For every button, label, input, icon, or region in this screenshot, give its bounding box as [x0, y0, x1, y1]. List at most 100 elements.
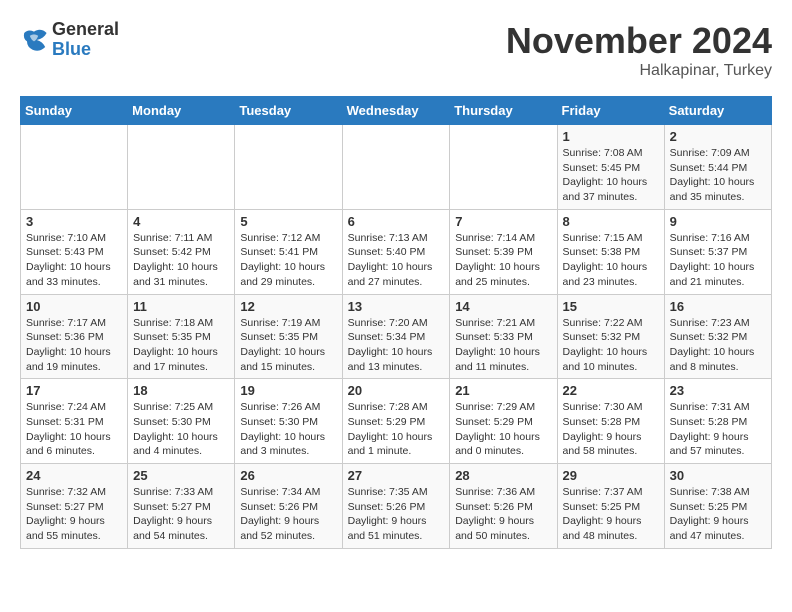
calendar-cell: 23 Sunrise: 7:31 AM Sunset: 5:28 PM Dayli… — [664, 379, 771, 464]
day-info: Sunrise: 7:37 AM Sunset: 5:25 PM Dayligh… — [563, 485, 659, 544]
day-info: Sunrise: 7:21 AM Sunset: 5:33 PM Dayligh… — [455, 316, 551, 375]
logo: General Blue — [20, 20, 119, 60]
day-of-week-header: Friday — [557, 97, 664, 125]
logo-text: General Blue — [52, 20, 119, 60]
calendar-week-row: 10Sunrise: 7:17 AM Sunset: 5:36 PM Dayli… — [21, 294, 772, 379]
calendar-cell: 13Sunrise: 7:20 AM Sunset: 5:34 PM Dayli… — [342, 294, 450, 379]
day-number: 14 — [455, 299, 551, 314]
day-info: Sunrise: 7:30 AM Sunset: 5:28 PM Dayligh… — [563, 400, 659, 459]
day-info: Sunrise: 7:31 AM Sunset: 5:28 PM Dayligh… — [670, 400, 766, 459]
day-info: Sunrise: 7:33 AM Sunset: 5:27 PM Dayligh… — [133, 485, 229, 544]
calendar-cell: 4Sunrise: 7:11 AM Sunset: 5:42 PM Daylig… — [128, 209, 235, 294]
day-info: Sunrise: 7:10 AM Sunset: 5:43 PM Dayligh… — [26, 231, 122, 290]
calendar-cell: 10Sunrise: 7:17 AM Sunset: 5:36 PM Dayli… — [21, 294, 128, 379]
day-info: Sunrise: 7:19 AM Sunset: 5:35 PM Dayligh… — [240, 316, 336, 375]
day-number: 21 — [455, 383, 551, 398]
calendar-header-row: SundayMondayTuesdayWednesdayThursdayFrid… — [21, 97, 772, 125]
day-info: Sunrise: 7:18 AM Sunset: 5:35 PM Dayligh… — [133, 316, 229, 375]
day-info: Sunrise: 7:25 AM Sunset: 5:30 PM Dayligh… — [133, 400, 229, 459]
day-number: 3 — [26, 214, 122, 229]
day-number: 22 — [563, 383, 659, 398]
calendar-cell: 24 Sunrise: 7:32 AM Sunset: 5:27 PM Dayli… — [21, 464, 128, 549]
day-of-week-header: Saturday — [664, 97, 771, 125]
day-number: 1 — [563, 129, 659, 144]
day-number: 24 — [26, 468, 122, 483]
calendar-cell: 6 Sunrise: 7:13 AM Sunset: 5:40 PM Daylig… — [342, 209, 450, 294]
day-info: Sunrise: 7:34 AM Sunset: 5:26 PM Dayligh… — [240, 485, 336, 544]
day-of-week-header: Tuesday — [235, 97, 342, 125]
calendar-cell: 18 Sunrise: 7:25 AM Sunset: 5:30 PM Dayli… — [128, 379, 235, 464]
calendar-cell: 26Sunrise: 7:34 AM Sunset: 5:26 PM Dayli… — [235, 464, 342, 549]
day-number: 7 — [455, 214, 551, 229]
calendar-cell: 7 Sunrise: 7:14 AM Sunset: 5:39 PM Daylig… — [450, 209, 557, 294]
calendar-week-row: 3 Sunrise: 7:10 AM Sunset: 5:43 PM Daylig… — [21, 209, 772, 294]
day-of-week-header: Wednesday — [342, 97, 450, 125]
calendar-cell: 21 Sunrise: 7:29 AM Sunset: 5:29 PM Dayli… — [450, 379, 557, 464]
calendar-cell: 30 Sunrise: 7:38 AM Sunset: 5:25 PM Dayli… — [664, 464, 771, 549]
calendar-week-row: 17 Sunrise: 7:24 AM Sunset: 5:31 PM Dayli… — [21, 379, 772, 464]
calendar-week-row: 1 Sunrise: 7:08 AM Sunset: 5:45 PM Daylig… — [21, 125, 772, 210]
day-number: 17 — [26, 383, 122, 398]
page-header: General Blue November 2024 Halkapinar, T… — [20, 20, 772, 80]
day-number: 20 — [348, 383, 445, 398]
day-info: Sunrise: 7:22 AM Sunset: 5:32 PM Dayligh… — [563, 316, 659, 375]
calendar-cell: 11 Sunrise: 7:18 AM Sunset: 5:35 PM Dayli… — [128, 294, 235, 379]
day-info: Sunrise: 7:38 AM Sunset: 5:25 PM Dayligh… — [670, 485, 766, 544]
day-info: Sunrise: 7:17 AM Sunset: 5:36 PM Dayligh… — [26, 316, 122, 375]
day-info: Sunrise: 7:35 AM Sunset: 5:26 PM Dayligh… — [348, 485, 445, 544]
day-number: 29 — [563, 468, 659, 483]
day-number: 28 — [455, 468, 551, 483]
calendar-cell: 19Sunrise: 7:26 AM Sunset: 5:30 PM Dayli… — [235, 379, 342, 464]
day-info: Sunrise: 7:16 AM Sunset: 5:37 PM Dayligh… — [670, 231, 766, 290]
day-info: Sunrise: 7:12 AM Sunset: 5:41 PM Dayligh… — [240, 231, 336, 290]
calendar-cell: 3 Sunrise: 7:10 AM Sunset: 5:43 PM Daylig… — [21, 209, 128, 294]
day-info: Sunrise: 7:08 AM Sunset: 5:45 PM Dayligh… — [563, 146, 659, 205]
calendar-cell: 17 Sunrise: 7:24 AM Sunset: 5:31 PM Dayli… — [21, 379, 128, 464]
calendar-cell: 12 Sunrise: 7:19 AM Sunset: 5:35 PM Dayli… — [235, 294, 342, 379]
calendar-cell: 5 Sunrise: 7:12 AM Sunset: 5:41 PM Daylig… — [235, 209, 342, 294]
day-number: 5 — [240, 214, 336, 229]
calendar-cell: 14 Sunrise: 7:21 AM Sunset: 5:33 PM Dayli… — [450, 294, 557, 379]
day-number: 6 — [348, 214, 445, 229]
day-number: 2 — [670, 129, 766, 144]
calendar-cell: 8Sunrise: 7:15 AM Sunset: 5:38 PM Daylig… — [557, 209, 664, 294]
calendar-cell: 22 Sunrise: 7:30 AM Sunset: 5:28 PM Dayli… — [557, 379, 664, 464]
logo-blue: Blue — [52, 40, 119, 60]
day-info: Sunrise: 7:11 AM Sunset: 5:42 PM Dayligh… — [133, 231, 229, 290]
calendar-cell — [21, 125, 128, 210]
title-block: November 2024 Halkapinar, Turkey — [506, 20, 772, 80]
calendar-week-row: 24 Sunrise: 7:32 AM Sunset: 5:27 PM Dayli… — [21, 464, 772, 549]
day-number: 16 — [670, 299, 766, 314]
day-info: Sunrise: 7:14 AM Sunset: 5:39 PM Dayligh… — [455, 231, 551, 290]
day-number: 30 — [670, 468, 766, 483]
calendar-cell: 27 Sunrise: 7:35 AM Sunset: 5:26 PM Dayli… — [342, 464, 450, 549]
day-number: 27 — [348, 468, 445, 483]
day-number: 12 — [240, 299, 336, 314]
day-info: Sunrise: 7:29 AM Sunset: 5:29 PM Dayligh… — [455, 400, 551, 459]
day-of-week-header: Monday — [128, 97, 235, 125]
calendar-cell: 1 Sunrise: 7:08 AM Sunset: 5:45 PM Daylig… — [557, 125, 664, 210]
location-subtitle: Halkapinar, Turkey — [506, 62, 772, 80]
day-info: Sunrise: 7:24 AM Sunset: 5:31 PM Dayligh… — [26, 400, 122, 459]
day-info: Sunrise: 7:20 AM Sunset: 5:34 PM Dayligh… — [348, 316, 445, 375]
calendar-cell: 16 Sunrise: 7:23 AM Sunset: 5:32 PM Dayli… — [664, 294, 771, 379]
day-info: Sunrise: 7:26 AM Sunset: 5:30 PM Dayligh… — [240, 400, 336, 459]
calendar-cell: 15Sunrise: 7:22 AM Sunset: 5:32 PM Dayli… — [557, 294, 664, 379]
day-number: 25 — [133, 468, 229, 483]
logo-general: General — [52, 20, 119, 40]
day-number: 23 — [670, 383, 766, 398]
day-of-week-header: Sunday — [21, 97, 128, 125]
day-info: Sunrise: 7:36 AM Sunset: 5:26 PM Dayligh… — [455, 485, 551, 544]
calendar-cell — [235, 125, 342, 210]
day-of-week-header: Thursday — [450, 97, 557, 125]
calendar-cell: 2 Sunrise: 7:09 AM Sunset: 5:44 PM Daylig… — [664, 125, 771, 210]
calendar-cell: 29 Sunrise: 7:37 AM Sunset: 5:25 PM Dayli… — [557, 464, 664, 549]
day-info: Sunrise: 7:09 AM Sunset: 5:44 PM Dayligh… — [670, 146, 766, 205]
day-number: 18 — [133, 383, 229, 398]
day-number: 11 — [133, 299, 229, 314]
day-info: Sunrise: 7:13 AM Sunset: 5:40 PM Dayligh… — [348, 231, 445, 290]
calendar-cell — [342, 125, 450, 210]
day-info: Sunrise: 7:23 AM Sunset: 5:32 PM Dayligh… — [670, 316, 766, 375]
day-info: Sunrise: 7:32 AM Sunset: 5:27 PM Dayligh… — [26, 485, 122, 544]
calendar-table: SundayMondayTuesdayWednesdayThursdayFrid… — [20, 96, 772, 549]
